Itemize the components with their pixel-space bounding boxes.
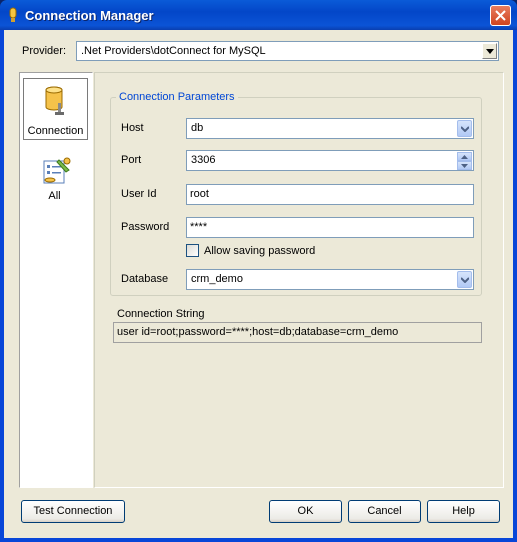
database-dropdown-button[interactable] [457, 271, 472, 288]
host-label: Host [121, 122, 144, 134]
userid-value: root [190, 188, 209, 200]
host-value: db [191, 122, 204, 134]
nav-item-connection[interactable]: Connection [23, 78, 88, 140]
connection-parameters-title: Connection Parameters [116, 91, 238, 103]
properties-list-icon [41, 156, 73, 191]
nav-item-connection-label: Connection [27, 125, 84, 137]
provider-label: Provider: [22, 45, 67, 57]
connection-manager-window: Connection Manager Provider: .Net Provid… [0, 0, 517, 542]
password-input[interactable]: **** [186, 217, 474, 238]
userid-input[interactable]: root [186, 184, 474, 205]
allow-saving-password-checkbox[interactable] [186, 244, 199, 257]
host-dropdown-button[interactable] [457, 120, 472, 137]
title-bar[interactable]: Connection Manager [0, 0, 517, 30]
nav-item-all-label: All [48, 190, 61, 202]
connection-string-value: user id=root;password=****;host=db;datab… [117, 326, 399, 338]
userid-label: User Id [121, 188, 157, 200]
window-bottom-border [0, 538, 517, 542]
nav-item-all[interactable]: All [23, 153, 88, 215]
test-connection-button[interactable]: Test Connection [21, 500, 125, 523]
window-right-border [513, 30, 517, 542]
app-icon [8, 7, 18, 23]
chevron-down-icon [461, 164, 468, 168]
dialog-client-area: Provider: .Net Providers\dotConnect for … [4, 30, 513, 538]
port-label: Port [121, 154, 142, 166]
allow-saving-password-label[interactable]: Allow saving password [204, 245, 315, 257]
connection-string-label: Connection String [117, 308, 205, 320]
close-button[interactable] [490, 5, 511, 26]
cancel-button[interactable]: Cancel [348, 500, 421, 523]
connection-string-field[interactable]: user id=root;password=****;host=db;datab… [113, 322, 482, 343]
password-value: **** [190, 221, 208, 233]
provider-dropdown-button[interactable] [482, 43, 497, 59]
host-combo[interactable]: db [186, 118, 474, 139]
database-label: Database [121, 273, 169, 285]
chevron-up-icon [461, 155, 468, 159]
password-label: Password [121, 221, 170, 233]
port-increment-button[interactable] [457, 152, 472, 161]
close-icon [495, 10, 506, 21]
chevron-down-icon [486, 49, 494, 54]
chevron-down-icon [461, 277, 469, 283]
provider-value: .Net Providers\dotConnect for MySQL [81, 45, 266, 57]
port-decrement-button[interactable] [457, 161, 472, 170]
provider-select[interactable]: .Net Providers\dotConnect for MySQL [76, 41, 499, 61]
port-value: 3306 [191, 154, 216, 166]
database-value: crm_demo [191, 273, 243, 285]
chevron-down-icon [461, 126, 469, 132]
port-stepper[interactable]: 3306 [186, 150, 474, 171]
database-cylinder-icon [44, 85, 68, 120]
ok-button[interactable]: OK [269, 500, 342, 523]
database-combo[interactable]: crm_demo [186, 269, 474, 290]
nav-panel: Connection All [19, 72, 93, 488]
help-button[interactable]: Help [427, 500, 500, 523]
window-title: Connection Manager [25, 8, 154, 23]
